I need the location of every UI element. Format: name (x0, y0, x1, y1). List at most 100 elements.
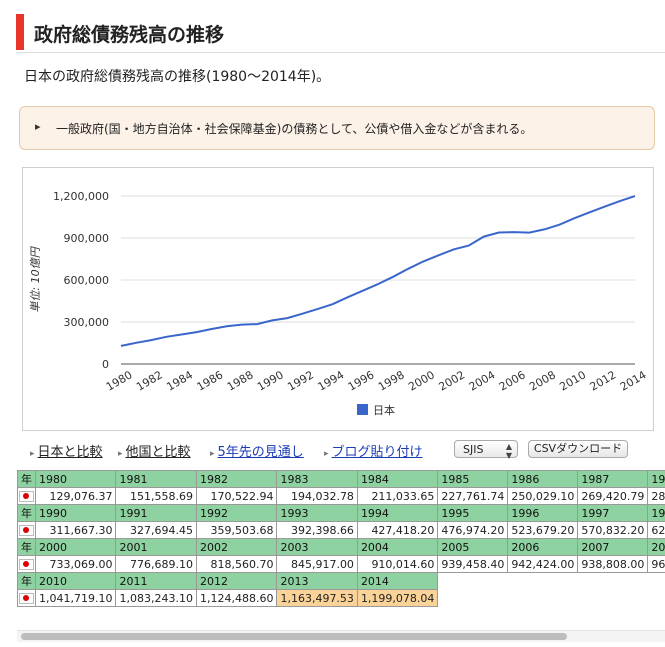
value-cell: 733,069.00 (34, 555, 117, 573)
value-cell: 1,083,243.10 (115, 589, 197, 607)
x-tick-label: 2002 (436, 368, 467, 393)
data-point (511, 229, 517, 235)
page-title: 政府総債務残高の推移 (34, 24, 225, 46)
data-point (118, 343, 124, 349)
year-cell: 2013 (276, 572, 358, 590)
blog-link[interactable]: ▸ ブログ貼り付け (324, 441, 423, 460)
year-cell: 2004 (356, 538, 439, 556)
value-cell: 938,808.00 (577, 555, 649, 573)
value-cell: 523,679.20 (507, 521, 579, 539)
data-point (390, 274, 396, 280)
title-bar: 政府総債務残高の推移 (16, 14, 665, 53)
year-cell: 2001 (115, 538, 197, 556)
chart-container: 0 300,000 600,000 900,000 1,200,000 1980 1982 1… (22, 167, 654, 431)
compare-other-label: 他国と比較 (125, 445, 191, 460)
value-cell: 359,503.68 (195, 521, 278, 539)
year-cell: 1991 (115, 504, 197, 522)
encoding-value: SJIS (463, 443, 484, 456)
x-tick-label: 1982 (134, 368, 165, 393)
triangle-icon: ▸ (30, 449, 35, 459)
year-header-cell: 年 (17, 538, 36, 556)
blog-label: ブログ貼り付け (331, 445, 423, 460)
flag-sun (23, 561, 29, 567)
data-point (526, 230, 532, 236)
year-cell: 1998 (647, 504, 665, 522)
data-point (239, 322, 245, 328)
year-cell: 1980 (34, 470, 117, 488)
japan-flag-icon (19, 559, 34, 570)
x-tick-label: 1980 (104, 368, 135, 393)
flag-cell (17, 555, 36, 573)
year-cell: 1996 (507, 504, 579, 522)
data-point (405, 266, 411, 272)
x-tick-label: 1998 (376, 368, 407, 393)
series-line (120, 195, 636, 347)
data-point (284, 315, 290, 321)
value-cell: 1,124,488.60 (195, 589, 278, 607)
forecast-link[interactable]: ▸ 5年先の見通し (210, 441, 304, 460)
table-value-row: 733,069.00 776,689.10 818,560.70 845,917.00… (17, 555, 665, 573)
year-header-cell: 年 (17, 470, 36, 488)
value-cell: 227,761.74 (437, 487, 509, 505)
value-cell: 845,917.00 (276, 555, 358, 573)
value-cell: 311,667.30 (34, 521, 117, 539)
value-cell: 1,199,078.04 (356, 589, 439, 607)
year-cell: 2010 (34, 572, 117, 590)
data-point (148, 337, 154, 343)
value-cell: 281,2 (647, 487, 665, 505)
x-tick-label: 2000 (406, 368, 437, 393)
value-cell: 194,032.78 (276, 487, 358, 505)
value-cell: 818,560.70 (195, 555, 278, 573)
data-table-wrapper: 年198019811982198319841985198619871988129… (17, 470, 665, 628)
year-cell: 1994 (356, 504, 439, 522)
bullet-icon: ▸ (35, 120, 41, 133)
year-cell: 2000 (34, 538, 117, 556)
flag-cell (17, 521, 36, 539)
data-point (194, 329, 200, 335)
year-cell: 1993 (276, 504, 358, 522)
csv-download-button[interactable]: CSVダウンロード (528, 440, 628, 458)
japan-flag-icon (19, 525, 34, 536)
year-cell: 1995 (437, 504, 509, 522)
x-tick-label: 2012 (588, 368, 619, 393)
line-chart: 0300,000600,000900,0001,200,0001980 1982 1… (29, 190, 649, 417)
x-tick-label: 2008 (527, 368, 558, 393)
data-point (496, 229, 502, 235)
value-cell: 269,420.79 (577, 487, 649, 505)
flag-sun (23, 527, 29, 533)
data-point (572, 215, 578, 221)
encoding-select[interactable]: SJIS ▲ ▼ (454, 440, 518, 460)
title-accent-bar (16, 14, 24, 50)
x-tick-label: 1996 (346, 368, 377, 393)
compare-japan-link[interactable]: ▸ 日本と比較 (30, 441, 103, 460)
year-cell: 1983 (276, 470, 358, 488)
data-point (163, 334, 169, 340)
year-cell: 1984 (356, 470, 439, 488)
data-point (269, 317, 275, 323)
y-tick-label: 600,000 (64, 274, 110, 287)
data-point (632, 193, 638, 199)
table-year-row: 年200020012002200320042005200620072008 (17, 538, 665, 556)
x-tick-label: 2006 (497, 368, 528, 393)
data-point (435, 252, 441, 258)
compare-japan-label: 日本と比較 (37, 445, 103, 460)
data-point (254, 321, 260, 327)
data-point (209, 326, 215, 332)
year-cell: 2006 (507, 538, 579, 556)
value-cell: 910,014.60 (356, 555, 439, 573)
value-cell: 623,2 (647, 521, 665, 539)
table-value-row: 311,667.30 327,694.45 359,503.68 392,398.66… (17, 521, 665, 539)
compare-other-link[interactable]: ▸ 他国と比較 (118, 441, 191, 460)
data-table: 年198019811982198319841985198619871988129… (17, 470, 665, 607)
x-tick-label: 2010 (557, 368, 588, 393)
scrollbar-thumb[interactable] (21, 633, 567, 640)
year-cell: 2002 (195, 538, 278, 556)
year-header-cell: 年 (17, 572, 36, 590)
data-point (315, 306, 321, 312)
table-year-row: 年 2010 2011 2012 2013 2014 (17, 572, 665, 590)
horizontal-scrollbar[interactable] (17, 630, 665, 642)
japan-flag-icon (19, 491, 34, 502)
year-cell: 1981 (115, 470, 197, 488)
year-cell: 2012 (195, 572, 278, 590)
year-cell: 1987 (577, 470, 649, 488)
